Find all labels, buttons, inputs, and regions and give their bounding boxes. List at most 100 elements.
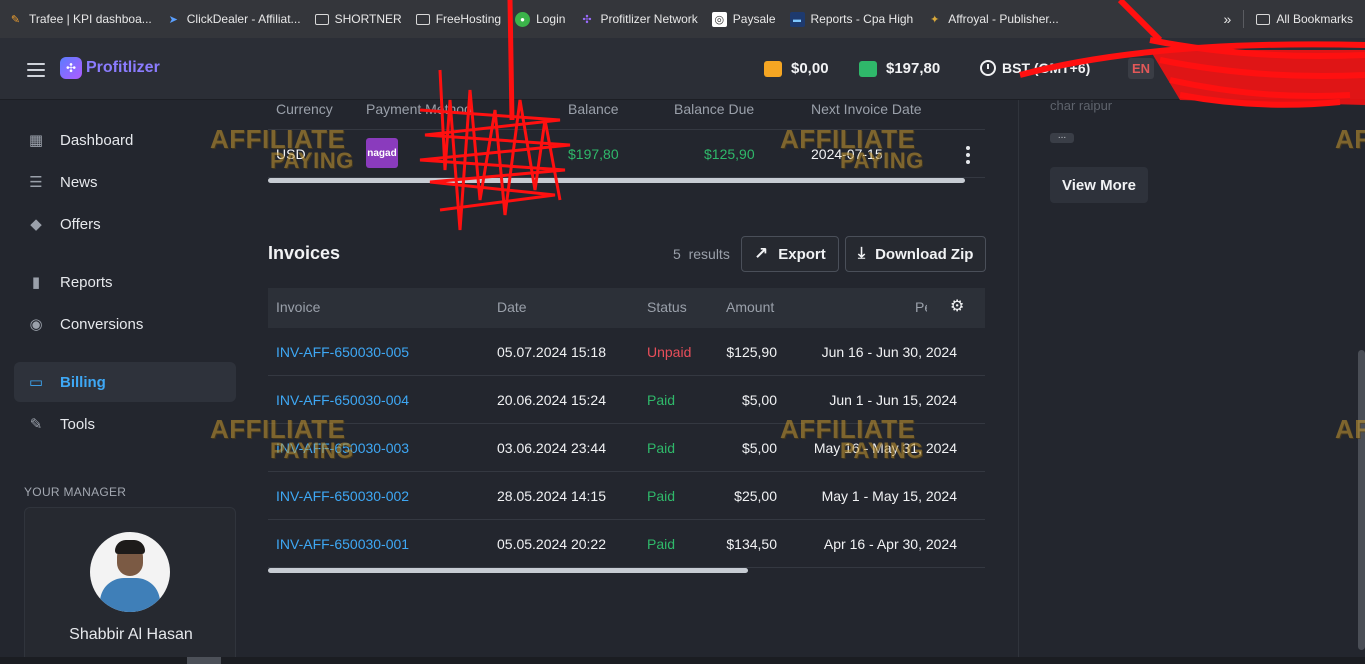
clickdealer-icon: ➤: [168, 13, 178, 26]
col-balance-due: Balance Due: [674, 101, 755, 117]
next-invoice-date-value: 2024-07-15: [811, 146, 883, 162]
credit-card-icon: ▭: [28, 374, 44, 391]
col-balance: Balance: [568, 101, 619, 117]
tag-icon: ◆: [30, 216, 42, 233]
affroyal-icon: ✦: [930, 13, 940, 26]
table-row[interactable]: INV-AFF-650030-002 28.05.2024 14:15 Paid…: [268, 472, 985, 520]
bookmark-login[interactable]: ● Login: [515, 11, 565, 27]
billing-main: Currency Payment Method Balance Balance …: [250, 100, 1018, 664]
balance-table-header: Currency Payment Method Balance Balance …: [268, 100, 985, 130]
bar-chart-icon: ▮: [31, 274, 41, 291]
download-zip-button[interactable]: ⤓ Download Zip: [845, 236, 987, 272]
wallet-icon: [764, 60, 782, 77]
profitlizer-icon: ✣: [582, 13, 592, 26]
bookmark-folder-shortner[interactable]: SHORTNER: [314, 12, 402, 26]
status-badge: Paid: [647, 536, 676, 552]
wallet-balance-1[interactable]: $0,00: [764, 60, 829, 77]
invoice-amount: $25,00: [734, 488, 777, 504]
bookmark-cpahigh[interactable]: ▬ Reports - Cpa High: [789, 11, 913, 27]
conversions-icon: ◉: [29, 316, 43, 333]
dashboard-icon: ▦: [28, 132, 44, 149]
sidebar-item-tools[interactable]: ✎ Tools: [14, 404, 236, 444]
folder-icon: [415, 13, 430, 25]
manager-card: Shabbir Al Hasan: [24, 507, 236, 664]
col-date[interactable]: Date: [497, 299, 527, 315]
gear-icon[interactable]: ⚙: [950, 299, 966, 315]
invoice-link[interactable]: INV-AFF-650030-003: [276, 440, 409, 456]
status-badge: Paid: [647, 392, 676, 408]
manager-section-title: YOUR MANAGER: [24, 485, 127, 499]
right-panel: char raipur ... View More: [1018, 98, 1365, 664]
invoices-title: Invoices: [268, 243, 341, 263]
more-dots[interactable]: ...: [1050, 131, 1074, 143]
sidebar-item-reports[interactable]: ▮ Reports: [14, 262, 236, 302]
wallet-icon: [859, 60, 877, 77]
vertical-scrollbar[interactable]: [1358, 350, 1365, 650]
chevron-double-right-icon[interactable]: »: [1224, 11, 1232, 27]
bookmark-profitlizer[interactable]: ✣ Profitlizer Network: [579, 12, 697, 27]
paysale-icon: ◎: [711, 11, 727, 27]
sidebar-item-news[interactable]: ☰ News: [14, 162, 236, 202]
app-header: ✣ Profitlizer $0,00 $197,80 BST (GMT+6) …: [0, 38, 1365, 100]
invoice-date: 28.05.2024 14:15: [497, 488, 606, 504]
invoice-link[interactable]: INV-AFF-650030-005: [276, 344, 409, 360]
download-icon: ⤓: [858, 245, 866, 262]
invoice-link[interactable]: INV-AFF-650030-004: [276, 392, 409, 408]
hamburger-menu-icon[interactable]: [27, 63, 45, 81]
invoice-date: 05.05.2024 20:22: [497, 536, 606, 552]
col-payment-method: Payment Method: [366, 101, 472, 117]
sidebar: ▦ Dashboard ☰ News ◆ Offers ▮ Reports ◉ …: [0, 100, 250, 664]
folder-icon: [314, 13, 329, 25]
invoice-link[interactable]: INV-AFF-650030-002: [276, 488, 409, 504]
bookmarks-bar: ✎ Trafee | KPI dashboa... ➤ ClickDealer …: [0, 0, 1365, 38]
address-text: char raipur: [1050, 98, 1113, 113]
more-options-icon[interactable]: [966, 146, 970, 167]
trafee-icon: ✎: [10, 13, 21, 26]
cpahigh-icon: ▬: [789, 11, 805, 27]
table-row[interactable]: INV-AFF-650030-003 03.06.2024 23:44 Paid…: [268, 424, 985, 472]
bookmark-affroyal[interactable]: ✦ Affroyal - Publisher...: [927, 12, 1059, 27]
divider: [1243, 10, 1245, 28]
sidebar-item-dashboard[interactable]: ▦ Dashboard: [14, 120, 236, 160]
manager-name: Shabbir Al Hasan: [69, 626, 193, 643]
bottom-scroll-thumb[interactable]: [187, 657, 221, 664]
invoice-amount: $5,00: [741, 440, 777, 456]
horizontal-scrollbar[interactable]: [268, 178, 965, 183]
app-logo[interactable]: ✣ Profitlizer: [60, 57, 160, 79]
invoice-period: Jun 16 - Jun 30, 2024: [821, 344, 957, 360]
sidebar-item-billing[interactable]: ▭ Billing: [14, 362, 236, 402]
invoice-amount: $134,50: [726, 536, 777, 552]
col-period[interactable]: Pe: [915, 299, 927, 315]
bookmark-folder-freehosting[interactable]: FreeHosting: [415, 12, 501, 26]
horizontal-scrollbar[interactable]: [268, 568, 748, 573]
bookmark-paysale[interactable]: ◎ Paysale: [711, 11, 776, 27]
sidebar-item-offers[interactable]: ◆ Offers: [14, 204, 236, 244]
invoice-date: 03.06.2024 23:44: [497, 440, 606, 456]
bookmark-trafee[interactable]: ✎ Trafee | KPI dashboa...: [8, 12, 152, 27]
timezone-selector[interactable]: BST (GMT+6): [980, 60, 1090, 76]
col-amount[interactable]: Amount: [726, 299, 774, 315]
clock-icon: [980, 60, 996, 76]
table-row[interactable]: INV-AFF-650030-004 20.06.2024 15:24 Paid…: [268, 376, 985, 424]
all-bookmarks[interactable]: All Bookmarks: [1256, 12, 1353, 26]
wallet-balance-2[interactable]: $197,80: [859, 60, 940, 77]
status-badge: Paid: [647, 440, 676, 456]
table-row[interactable]: INV-AFF-650030-001 05.05.2024 20:22 Paid…: [268, 520, 985, 568]
sidebar-item-conversions[interactable]: ◉ Conversions: [14, 304, 236, 344]
wrench-icon: ✎: [29, 416, 43, 433]
col-status[interactable]: Status: [647, 299, 687, 315]
login-site-icon: ●: [515, 11, 531, 27]
table-row[interactable]: INV-AFF-650030-005 05.07.2024 15:18 Unpa…: [268, 328, 985, 376]
invoice-link[interactable]: INV-AFF-650030-001: [276, 536, 409, 552]
col-next-invoice-date: Next Invoice Date: [811, 101, 922, 117]
invoice-date: 20.06.2024 15:24: [497, 392, 606, 408]
balance-value: $197,80: [568, 146, 619, 162]
col-invoice[interactable]: Invoice: [276, 299, 320, 315]
col-currency: Currency: [276, 101, 333, 117]
export-button[interactable]: ↗ Export: [741, 236, 839, 272]
balance-row: USD nagad $197,80 $125,90 2024-07-15: [268, 130, 985, 178]
view-more-button[interactable]: View More: [1050, 167, 1148, 203]
bookmark-clickdealer[interactable]: ➤ ClickDealer - Affiliat...: [166, 12, 301, 27]
folder-icon: [1256, 13, 1271, 25]
language-selector[interactable]: EN: [1128, 58, 1155, 79]
